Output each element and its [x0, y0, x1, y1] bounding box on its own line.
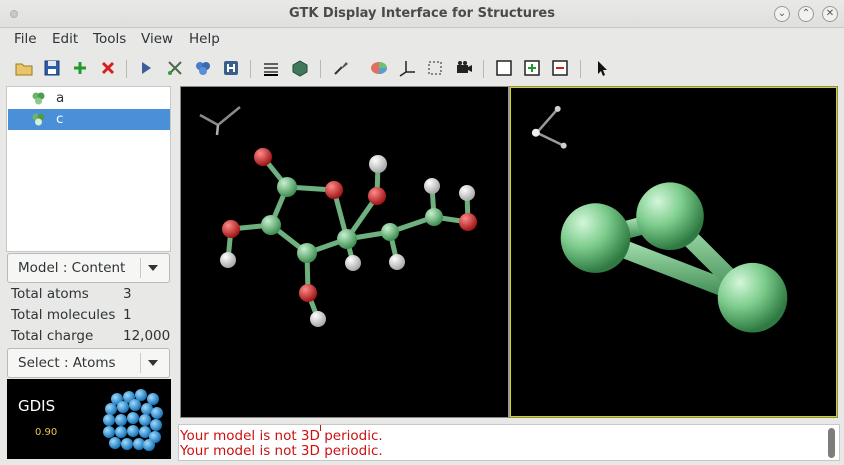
toolbar-separator [250, 60, 251, 78]
molecule-view-triatomic[interactable] [511, 88, 836, 416]
render-canvas[interactable] [180, 86, 838, 418]
molecule-icon [32, 92, 45, 105]
save-file-icon[interactable] [42, 58, 62, 78]
stat-value: 3 [123, 286, 132, 302]
scrollbar-thumb[interactable] [828, 428, 835, 458]
viewport-left[interactable] [181, 87, 508, 417]
crystal-cube-icon [103, 389, 163, 451]
new-model-icon[interactable] [70, 58, 90, 78]
molecule-view-ring[interactable] [181, 87, 508, 417]
periodic-table-icon[interactable] [193, 58, 213, 78]
viewport-right-active[interactable] [510, 87, 837, 417]
stat-total-molecules: Total molecules 1 [11, 307, 171, 327]
toolbar-separator [483, 60, 484, 78]
pointer-icon[interactable] [592, 58, 612, 78]
message-line: Your model is not 3D periodic. [180, 443, 383, 459]
remove-pane-icon[interactable] [550, 58, 570, 78]
stat-value: 1 [123, 307, 132, 323]
combo-label: Model : Content [18, 260, 126, 276]
movie-icon[interactable] [454, 58, 474, 78]
combo-label: Select : Atoms [18, 355, 116, 371]
one-pane-icon[interactable] [494, 58, 514, 78]
stat-label: Total atoms [11, 286, 89, 302]
menu-edit[interactable]: Edit [52, 31, 78, 47]
model-tree: a c [6, 86, 171, 252]
toolbar-separator [320, 60, 321, 78]
combo-divider [140, 258, 141, 278]
menu-tools[interactable]: Tools [93, 31, 126, 47]
molecule-icon [32, 113, 45, 126]
gdis-logo: GDIS 0.90 [7, 379, 171, 459]
logo-version: 0.90 [35, 427, 58, 438]
menu-file[interactable]: File [14, 31, 37, 47]
stat-label: Total molecules [11, 307, 116, 323]
close-model-icon[interactable] [98, 58, 118, 78]
edit-structure-icon[interactable] [165, 58, 185, 78]
stat-total-atoms: Total atoms 3 [11, 286, 171, 306]
model-item-a[interactable]: a [8, 88, 170, 109]
minimize-icon[interactable]: ⌄ [774, 6, 790, 22]
hydrogen-icon[interactable] [221, 58, 241, 78]
model-item-c[interactable]: c [8, 109, 170, 130]
combo-divider [140, 353, 141, 373]
chevron-down-icon [148, 360, 158, 366]
toolbar [0, 52, 844, 84]
stat-label: Total charge [11, 328, 94, 344]
menu-help[interactable]: Help [189, 31, 220, 47]
model-content-combo[interactable]: Model : Content [7, 253, 170, 283]
menu-bar: File Edit Tools View Help [0, 28, 844, 50]
colour-icon[interactable] [369, 58, 389, 78]
measure-icon[interactable] [261, 58, 281, 78]
select-mode-combo[interactable]: Select : Atoms [7, 348, 170, 378]
build-icon[interactable] [290, 58, 310, 78]
add-pane-icon[interactable] [522, 58, 542, 78]
axes-gizmo-icon [199, 106, 241, 136]
title-bar: GTK Display Interface for Structures ⌄ ⌃… [0, 0, 844, 28]
cell-icon[interactable] [425, 58, 445, 78]
render-icon[interactable] [331, 58, 351, 78]
open-file-icon[interactable] [14, 58, 34, 78]
message-log[interactable]: Your model is not 3D periodic. Your mode… [178, 424, 840, 461]
model-label: a [56, 90, 65, 106]
axes-gizmo-icon [535, 108, 565, 147]
toolbar-separator [580, 60, 581, 78]
menu-view[interactable]: View [141, 31, 173, 47]
message-line: Your model is not 3D periodic. [180, 428, 383, 444]
toolbar-separator [126, 60, 127, 78]
axes-icon[interactable] [397, 58, 417, 78]
stat-total-charge: Total charge 12,000 [11, 328, 171, 348]
window-title: GTK Display Interface for Structures [289, 6, 555, 21]
stat-value: 12,000 [123, 328, 171, 344]
chevron-down-icon [148, 265, 158, 271]
logo-name: GDIS [18, 397, 56, 415]
close-icon[interactable]: ✕ [822, 6, 838, 22]
maximize-icon[interactable]: ⌃ [798, 6, 814, 22]
animate-icon[interactable] [136, 58, 156, 78]
model-label: c [56, 111, 64, 127]
